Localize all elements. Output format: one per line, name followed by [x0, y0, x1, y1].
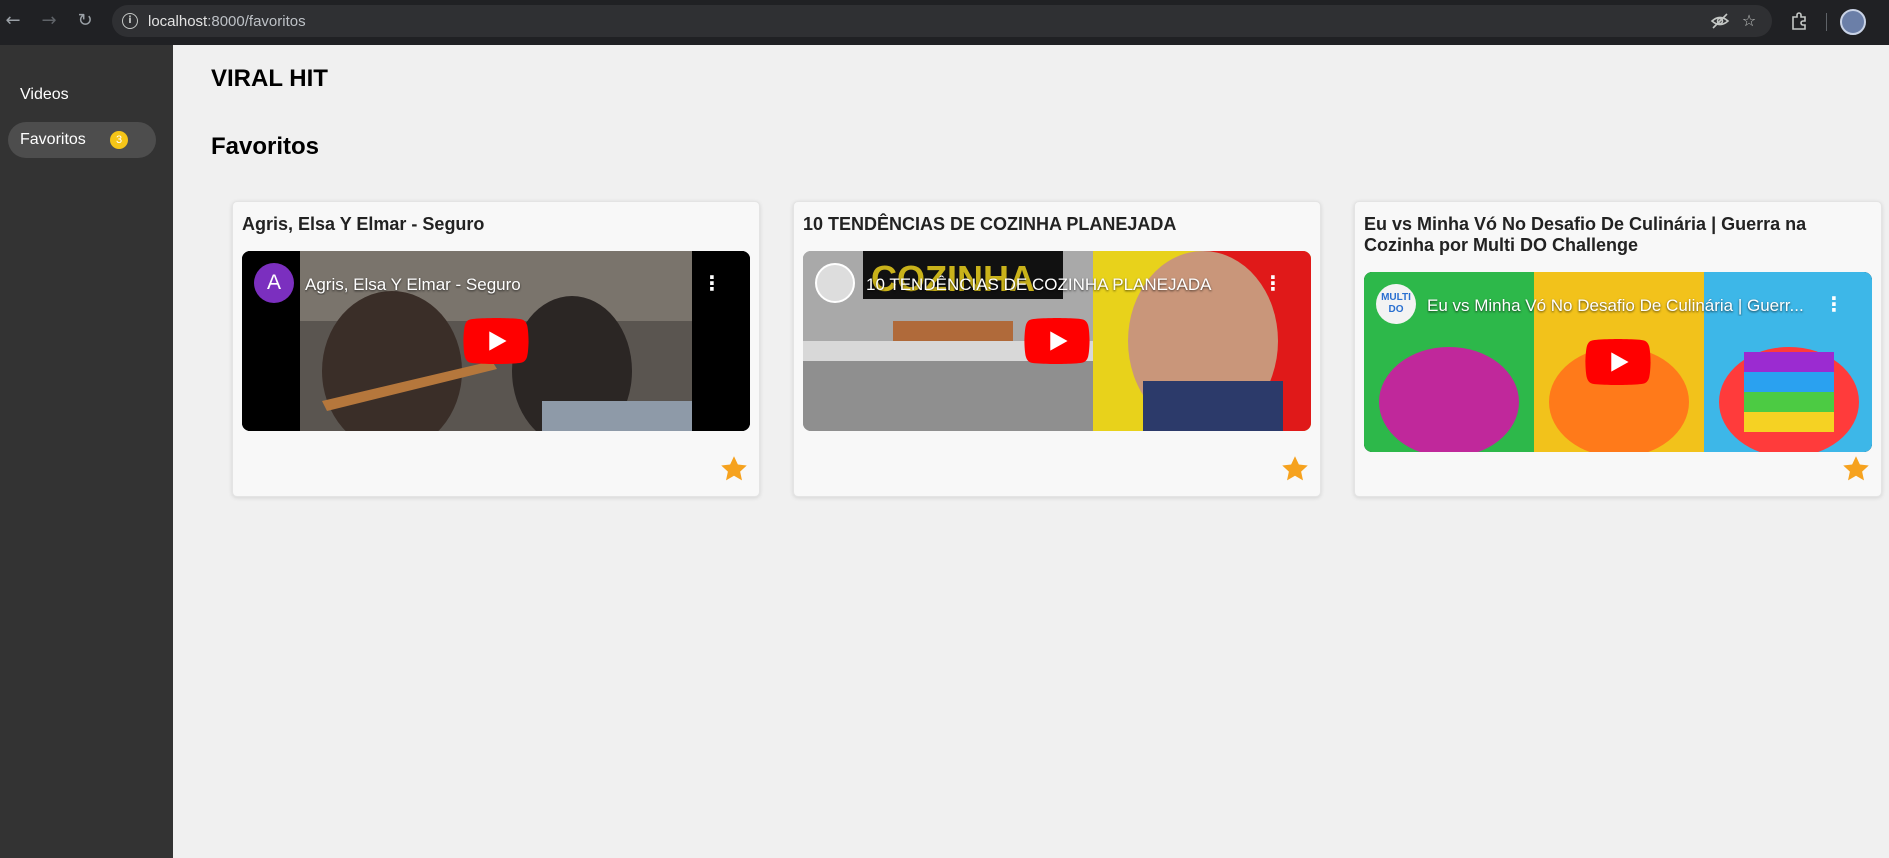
embed-video-title[interactable]: 10 TENDÊNCIAS DE COZINHA PLANEJADA: [866, 275, 1246, 295]
browser-toolbar: ← → ↻ i localhost:8000/favoritos ☆: [0, 0, 1889, 45]
favorite-star-icon[interactable]: [719, 454, 749, 484]
embed-video-title[interactable]: Agris, Elsa Y Elmar - Seguro: [305, 275, 685, 295]
favorite-star-icon[interactable]: [1280, 454, 1310, 484]
youtube-embed[interactable]: A Agris, Elsa Y Elmar - Seguro ⋮: [242, 251, 750, 431]
bookmark-star-icon[interactable]: ☆: [1739, 11, 1759, 31]
video-card: Agris, Elsa Y Elmar - Seguro A Agris, El…: [232, 201, 760, 497]
toolbar-divider: [1826, 13, 1827, 31]
sidebar-item-label: Favoritos: [20, 131, 86, 148]
embed-video-title[interactable]: Eu vs Minha Vó No Desafio De Culinária |…: [1427, 296, 1807, 316]
channel-avatar[interactable]: [815, 263, 855, 303]
sidebar: Videos Favoritos 3: [0, 45, 173, 858]
sidebar-item-videos[interactable]: Videos: [8, 77, 156, 113]
play-button-icon[interactable]: [462, 318, 530, 364]
sidebar-item-favoritos[interactable]: Favoritos 3: [8, 122, 156, 158]
youtube-embed[interactable]: MULTI DO Eu vs Minha Vó No Desafio De Cu…: [1364, 272, 1872, 452]
address-bar[interactable]: i localhost:8000/favoritos ☆: [112, 5, 1772, 37]
app-title: VIRAL HIT: [211, 65, 328, 92]
site-info-icon[interactable]: i: [122, 13, 138, 29]
more-options-icon[interactable]: ⋮: [1824, 294, 1844, 314]
favorite-star-icon[interactable]: [1841, 454, 1871, 484]
back-arrow-icon[interactable]: ←: [2, 10, 24, 32]
extensions-icon[interactable]: [1788, 11, 1810, 33]
youtube-embed[interactable]: COZINHA 10 TENDÊNCIAS DE COZINHA PLANEJA…: [803, 251, 1311, 431]
forward-arrow-icon[interactable]: →: [38, 10, 60, 32]
channel-avatar[interactable]: A: [254, 263, 294, 303]
video-card-title: Eu vs Minha Vó No Desafio De Culinária |…: [1364, 214, 1807, 255]
channel-avatar[interactable]: MULTI DO: [1376, 284, 1416, 324]
play-button-icon[interactable]: [1023, 318, 1091, 364]
reload-icon[interactable]: ↻: [74, 10, 96, 32]
video-card-title: 10 TENDÊNCIAS DE COZINHA PLANEJADA: [803, 214, 1177, 234]
video-card-title: Agris, Elsa Y Elmar - Seguro: [242, 214, 485, 234]
url-text[interactable]: localhost:8000/favoritos: [148, 13, 306, 30]
more-options-icon[interactable]: ⋮: [702, 273, 722, 293]
video-card: 10 TENDÊNCIAS DE COZINHA PLANEJADA COZIN…: [793, 201, 1321, 497]
page-title: Favoritos: [211, 133, 320, 160]
play-button-icon[interactable]: [1584, 339, 1652, 385]
eye-slash-icon[interactable]: [1710, 11, 1730, 31]
sidebar-item-label: Videos: [20, 86, 69, 103]
favorites-count-badge: 3: [110, 131, 128, 149]
profile-avatar[interactable]: [1840, 9, 1866, 35]
more-options-icon[interactable]: ⋮: [1263, 273, 1283, 293]
video-card: Eu vs Minha Vó No Desafio De Culinária |…: [1354, 201, 1882, 497]
